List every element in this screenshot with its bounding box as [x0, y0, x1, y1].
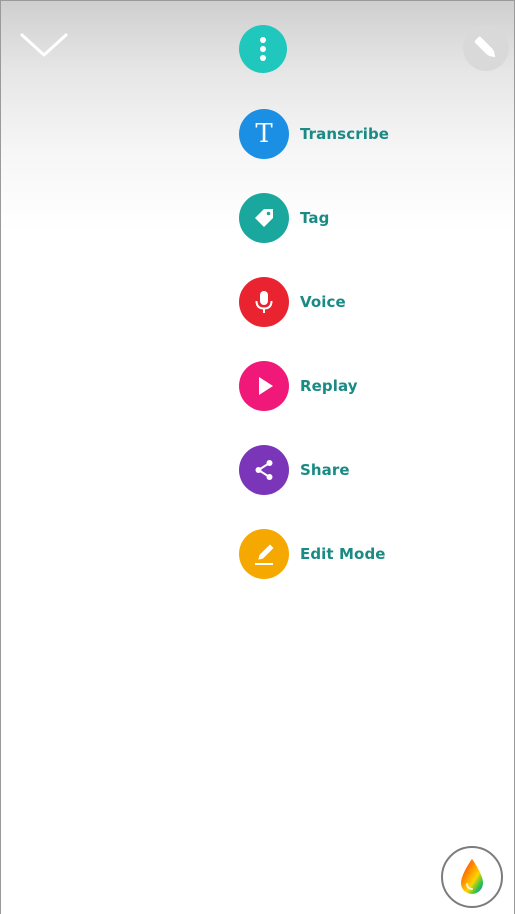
- pen-tool-button[interactable]: [463, 25, 509, 71]
- app-screen: T Transcribe Tag Voice Replay Share Edit…: [0, 0, 515, 914]
- more-options-button[interactable]: [239, 25, 287, 73]
- pen-icon: [474, 36, 496, 58]
- menu-item-label: Tag: [300, 209, 330, 227]
- menu-item-label: Share: [300, 461, 350, 479]
- menu-item-label: Transcribe: [300, 125, 390, 143]
- menu-item-label: Voice: [300, 293, 346, 311]
- replay-fab: [239, 361, 289, 411]
- transcribe-fab: T: [239, 109, 289, 159]
- tag-fab: [239, 193, 289, 243]
- edit-mode-fab: [239, 529, 289, 579]
- play-icon: [259, 377, 273, 395]
- share-fab: [239, 445, 289, 495]
- microphone-icon: [255, 291, 273, 313]
- menu-item-replay[interactable]: Replay: [239, 361, 358, 411]
- menu-item-label: Edit Mode: [300, 545, 386, 563]
- menu-item-transcribe[interactable]: T Transcribe: [239, 109, 389, 159]
- menu-item-voice[interactable]: Voice: [239, 277, 346, 327]
- menu-item-edit-mode[interactable]: Edit Mode: [239, 529, 386, 579]
- more-vertical-icon: [260, 37, 266, 61]
- tag-icon: [255, 209, 273, 227]
- collapse-button[interactable]: [19, 29, 69, 63]
- color-drop-icon: [461, 859, 483, 894]
- text-t-icon: T: [255, 119, 273, 149]
- pencil-icon: [255, 544, 274, 565]
- share-icon: [255, 460, 273, 480]
- menu-item-share[interactable]: Share: [239, 445, 350, 495]
- menu-item-label: Replay: [300, 377, 358, 395]
- color-palette-button[interactable]: [441, 846, 503, 908]
- chevron-down-icon: [20, 33, 68, 57]
- voice-fab: [239, 277, 289, 327]
- menu-item-tag[interactable]: Tag: [239, 193, 329, 243]
